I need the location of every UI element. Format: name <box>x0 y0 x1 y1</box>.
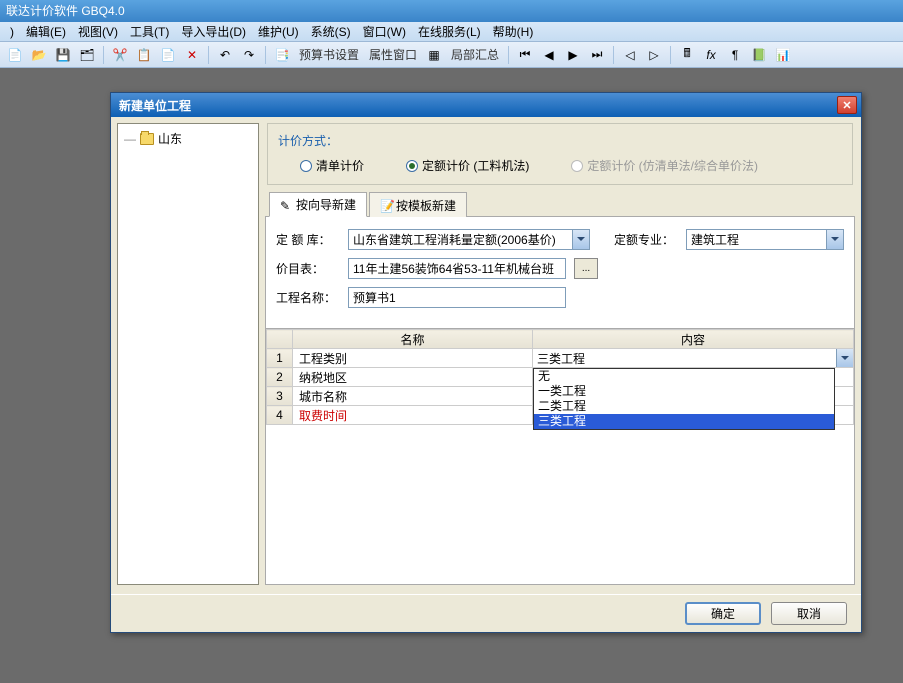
menu-edit[interactable]: 编辑(E) <box>20 23 72 40</box>
separator <box>103 46 104 64</box>
local-summary-label[interactable]: 局部汇总 <box>447 46 503 63</box>
menu-system[interactable]: 系统(S) <box>305 23 357 40</box>
separator <box>508 46 509 64</box>
separator <box>208 46 209 64</box>
chevron-down-icon <box>826 230 843 249</box>
dialog-titlebar[interactable]: 新建单位工程 ✕ <box>111 93 861 117</box>
undo-icon[interactable]: ↶ <box>214 44 236 66</box>
radio-icon <box>571 160 583 172</box>
menu-window[interactable]: 窗口(W) <box>357 23 412 40</box>
grid-pane: 名称 内容 1 工程类别 三类工程 <box>265 329 855 585</box>
cancel-button[interactable]: 取消 <box>771 602 847 625</box>
stats-icon[interactable]: 📊 <box>772 44 794 66</box>
copy-icon[interactable]: 📋 <box>133 44 155 66</box>
last-icon[interactable]: ⏭ <box>586 44 608 66</box>
tabrow: ✎ 按向导新建 📝 按模板新建 <box>265 191 855 217</box>
method-legend: 计价方式： <box>278 132 842 149</box>
project-class-dropdown[interactable]: 无 一类工程 二类工程 三类工程 <box>533 368 835 430</box>
menu-online[interactable]: 在线服务(L) <box>412 23 487 40</box>
para-icon[interactable]: ¶ <box>724 44 746 66</box>
separator <box>613 46 614 64</box>
grid-icon[interactable]: ▦ <box>423 44 445 66</box>
saveas-icon[interactable]: 🗂 <box>76 44 98 66</box>
menu-tools[interactable]: 工具(T) <box>124 23 175 40</box>
redo-icon[interactable]: ↷ <box>238 44 260 66</box>
radio-quota-alt-pricing: 定额计价 (仿清单法/综合单价法) <box>571 157 758 174</box>
dropdown-option[interactable]: 三类工程 <box>534 414 834 429</box>
menu-help[interactable]: 帮助(H) <box>487 23 540 40</box>
calc-icon[interactable]: 🖩 <box>676 44 698 66</box>
nav-next-icon[interactable]: ▷ <box>643 44 665 66</box>
price-list-input[interactable]: 11年土建56装饰64省53-11年机械台班 <box>348 258 566 279</box>
chevron-down-icon <box>572 230 589 249</box>
form-panel: 定 额 库： 山东省建筑工程消耗量定额(2006基价) 定额专业： 建筑工程 价… <box>265 217 855 329</box>
radio-icon <box>406 160 418 172</box>
project-class-cell[interactable]: 三类工程 <box>533 349 854 368</box>
quota-lib-combo[interactable]: 山东省建筑工程消耗量定额(2006基价) <box>348 229 590 250</box>
app-title: 联达计价软件 GBQ4.0 <box>6 4 125 18</box>
cut-icon[interactable]: ✂️ <box>109 44 131 66</box>
col-content-header: 内容 <box>533 330 854 349</box>
menu-placeholder[interactable]: ) <box>4 25 20 39</box>
paste-icon[interactable]: 📄 <box>157 44 179 66</box>
delete-icon[interactable]: ✕ <box>181 44 203 66</box>
toolbar: 📄 📂 💾 🗂 ✂️ 📋 📄 ✕ ↶ ↷ 📑 预算书设置 属性窗口 ▦ 局部汇总… <box>0 42 903 68</box>
radio-icon <box>300 160 312 172</box>
nav-prev-icon[interactable]: ◁ <box>619 44 641 66</box>
tree-root-node[interactable]: — 山东 <box>122 128 254 149</box>
menu-view[interactable]: 视图(V) <box>72 23 124 40</box>
table-row[interactable]: 1 工程类别 三类工程 <box>267 349 854 368</box>
quota-prof-combo[interactable]: 建筑工程 <box>686 229 844 250</box>
dialog-title: 新建单位工程 <box>119 97 191 114</box>
separator <box>265 46 266 64</box>
fx-icon[interactable]: fx <box>700 44 722 66</box>
save-icon[interactable]: 💾 <box>52 44 74 66</box>
proj-name-label: 工程名称： <box>276 289 340 306</box>
menubar: ) 编辑(E) 视图(V) 工具(T) 导入导出(D) 维护(U) 系统(S) … <box>0 22 903 42</box>
quota-lib-label: 定 额 库： <box>276 231 340 248</box>
new-icon[interactable]: 📄 <box>4 44 26 66</box>
dialog-footer: 确定 取消 <box>111 594 861 632</box>
separator <box>670 46 671 64</box>
new-project-dialog: 新建单位工程 ✕ — 山东 计价方式： 清单计 <box>110 92 862 633</box>
radio-list-pricing[interactable]: 清单计价 <box>300 157 364 174</box>
chevron-down-icon[interactable] <box>836 349 853 367</box>
tree-root-label: 山东 <box>158 130 182 147</box>
dropdown-option[interactable]: 二类工程 <box>534 399 834 414</box>
tab-template[interactable]: 📝 按模板新建 <box>369 192 467 217</box>
right-pane: 计价方式： 清单计价 定额计价 (工料机法) 定额计价 (仿清单法/综合单 <box>265 123 855 585</box>
close-icon[interactable]: ✕ <box>837 96 857 114</box>
prop-window-label[interactable]: 属性窗口 <box>365 46 421 63</box>
doc-icon[interactable]: 📑 <box>271 44 293 66</box>
quota-prof-label: 定额专业： <box>614 231 678 248</box>
dropdown-option[interactable]: 一类工程 <box>534 384 834 399</box>
folder-icon <box>140 133 154 145</box>
col-name-header: 名称 <box>293 330 533 349</box>
menu-import[interactable]: 导入导出(D) <box>175 23 252 40</box>
pricing-method-group: 计价方式： 清单计价 定额计价 (工料机法) 定额计价 (仿清单法/综合单 <box>267 123 853 185</box>
workspace: 新建单位工程 ✕ — 山东 计价方式： 清单计 <box>0 68 903 682</box>
radio-quota-pricing[interactable]: 定额计价 (工料机法) <box>406 157 529 174</box>
rownum-header <box>267 330 293 349</box>
dropdown-option[interactable]: 无 <box>534 369 834 384</box>
next-icon[interactable]: ▶ <box>562 44 584 66</box>
price-list-label: 价目表： <box>276 260 340 277</box>
template-icon: 📝 <box>380 199 392 211</box>
prev-icon[interactable]: ◀ <box>538 44 560 66</box>
book-icon[interactable]: 📗 <box>748 44 770 66</box>
budget-settings-label[interactable]: 预算书设置 <box>295 46 363 63</box>
ok-button[interactable]: 确定 <box>685 602 761 625</box>
first-icon[interactable]: ⏮ <box>514 44 536 66</box>
menu-maintain[interactable]: 维护(U) <box>252 23 305 40</box>
tree-pane: — 山东 <box>117 123 259 585</box>
open-icon[interactable]: 📂 <box>28 44 50 66</box>
tab-wizard[interactable]: ✎ 按向导新建 <box>269 192 367 217</box>
browse-button[interactable]: ... <box>574 258 598 279</box>
proj-name-input[interactable]: 预算书1 <box>348 287 566 308</box>
app-titlebar: 联达计价软件 GBQ4.0 <box>0 0 903 22</box>
wizard-icon: ✎ <box>280 199 292 211</box>
